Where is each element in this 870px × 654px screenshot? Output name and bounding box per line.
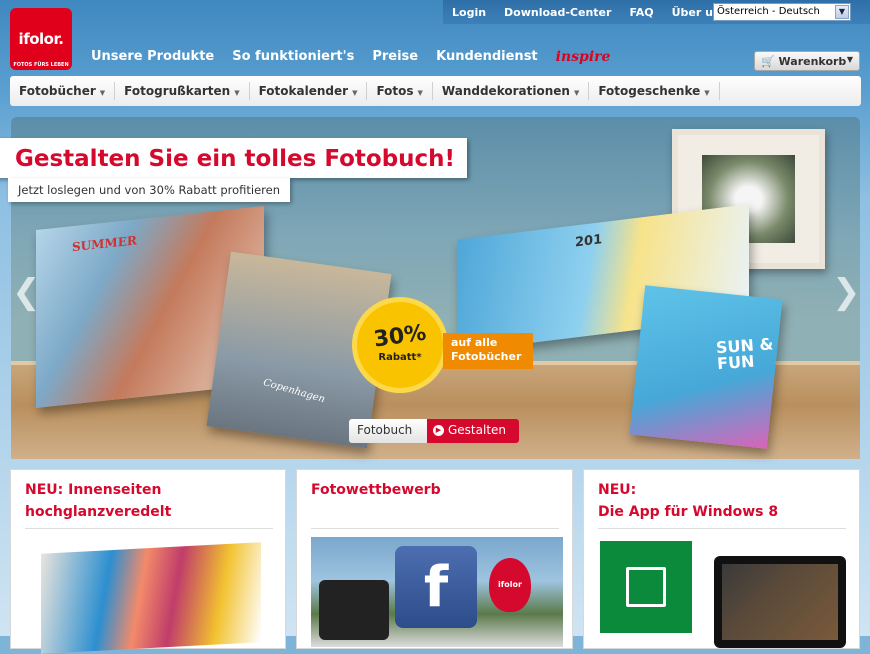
play-icon: ▶ <box>433 425 444 436</box>
subnav-label: Fotokalender <box>258 84 349 98</box>
gestalten-button[interactable]: ▶ Gestalten <box>427 419 519 443</box>
cart-label: Warenkorb <box>778 55 847 68</box>
subnav-label: Fotos <box>376 84 414 98</box>
subnav-fotokalender[interactable]: Fotokalender ▼ <box>250 82 368 100</box>
subnav-fotos[interactable]: Fotos ▼ <box>367 82 433 100</box>
chevron-down-icon: ▼ <box>99 89 106 97</box>
chevron-down-icon: ▼ <box>352 89 358 97</box>
glossy-photobook-image <box>41 542 261 654</box>
subnav-wanddekorationen[interactable]: Wanddekorationen ▼ <box>433 82 590 100</box>
hero-subtitle: Jetzt loslegen und von 30% Rabatt profit… <box>8 178 291 202</box>
card-title-line1: NEU: <box>598 482 637 498</box>
cart-icon: 🛒 <box>761 55 775 68</box>
card-title-line1: Fotowettbewerb <box>311 482 441 498</box>
chevron-down-icon: ▼ <box>234 89 240 97</box>
chevron-down-icon[interactable]: ▼ <box>835 5 849 19</box>
promo-line1: auf alle <box>451 336 498 349</box>
country-select-value: Österreich - Deutsch <box>717 6 820 17</box>
logo-tagline: FOTOS FÜRS LEBEN <box>13 62 69 68</box>
subnav-label: Fotogeschenke <box>598 84 701 98</box>
subnav-label: Fotobücher <box>19 84 96 98</box>
card-title-line2: Die App für Windows 8 <box>598 504 779 520</box>
divider <box>311 528 559 529</box>
login-link[interactable]: Login <box>443 6 495 19</box>
divider <box>598 528 846 529</box>
nav-unsere-produkte[interactable]: Unsere Produkte <box>91 49 214 65</box>
chevron-down-icon: ▼ <box>417 89 423 97</box>
subnav-label: Wanddekorationen <box>441 84 570 98</box>
carousel-prev-arrow-icon[interactable]: ❮ <box>12 272 41 312</box>
nav-so-funktionierts[interactable]: So funktioniert's <box>232 49 354 65</box>
subnav-fotobuecher[interactable]: Fotobücher ▼ <box>10 82 116 100</box>
subnav-fotogeschenke[interactable]: Fotogeschenke ▼ <box>589 82 720 100</box>
divider <box>25 528 273 529</box>
main-navigation: Unsere Produkte So funktioniert's Preise… <box>91 49 610 65</box>
card-title-line1: NEU: Innenseiten <box>25 482 162 498</box>
tablet-image <box>714 556 846 648</box>
card-title: NEU: Innenseiten hochglanzveredelt <box>25 479 171 523</box>
cart-button[interactable]: 🛒 Warenkorb ▼ <box>754 51 860 71</box>
card-innenseiten[interactable]: NEU: Innenseiten hochglanzveredelt <box>10 469 286 654</box>
fotobuch-tab[interactable]: Fotobuch <box>349 419 427 443</box>
logo-wordmark: ifolor. <box>18 30 64 48</box>
nav-kundendienst[interactable]: Kundendienst <box>436 49 538 65</box>
promo-line2: Fotobücher <box>451 350 522 363</box>
book-year: 201 <box>575 232 603 251</box>
book-title: SUMMER <box>72 233 137 255</box>
faq-link[interactable]: FAQ <box>620 6 662 19</box>
camera-icon <box>319 580 389 640</box>
carousel-next-arrow-icon[interactable]: ❯ <box>832 272 861 312</box>
windows-store-icon <box>600 541 692 633</box>
download-center-link[interactable]: Download-Center <box>495 6 620 19</box>
card-title: NEU: Die App für Windows 8 <box>598 479 778 523</box>
card-fotowettbewerb[interactable]: Fotowettbewerb f ifolor <box>296 469 573 649</box>
facebook-icon: f <box>395 546 477 628</box>
chevron-down-icon: ▼ <box>573 89 580 97</box>
ifolor-balloon-icon: ifolor <box>489 558 531 612</box>
product-subnav: Fotobücher ▼ Fotogrußkarten ▼ Fotokalender… <box>10 76 861 106</box>
discount-label: Rabatt* <box>378 352 422 363</box>
nav-preise[interactable]: Preise <box>372 49 418 65</box>
discount-badge: 30% Rabatt* <box>357 302 443 388</box>
nav-inspire[interactable]: inspire <box>556 49 611 65</box>
tablet-screen <box>722 564 838 640</box>
subnav-label: Fotogrußkarten <box>124 84 231 98</box>
card-windows8-app[interactable]: NEU: Die App für Windows 8 <box>583 469 860 649</box>
book-title: Copenhagen <box>261 377 327 406</box>
gestalten-label: Gestalten <box>448 423 507 437</box>
card-title-line2: hochglanzveredelt <box>25 504 172 520</box>
hero-title-box: Gestalten Sie ein tolles Fotobuch! <box>0 138 468 178</box>
ifolor-logo[interactable]: ifolor. FOTOS FÜRS LEBEN <box>10 8 72 70</box>
discount-percent: 30% <box>372 320 428 353</box>
book-title: SUN & FUN <box>715 334 775 374</box>
chevron-down-icon: ▼ <box>704 89 710 97</box>
card-title: Fotowettbewerb <box>311 479 441 501</box>
promo-label: auf alle Fotobücher <box>443 333 533 369</box>
subnav-fotogrusskarten[interactable]: Fotogrußkarten ▼ <box>115 82 250 100</box>
country-select[interactable]: Österreich - Deutsch ▼ <box>713 3 851 21</box>
sun-fun-photobook: SUN & FUN <box>629 285 783 449</box>
store-bag-icon <box>626 567 666 607</box>
chevron-down-icon: ▼ <box>846 55 853 64</box>
hero-title: Gestalten Sie ein tolles Fotobuch! <box>15 146 456 172</box>
